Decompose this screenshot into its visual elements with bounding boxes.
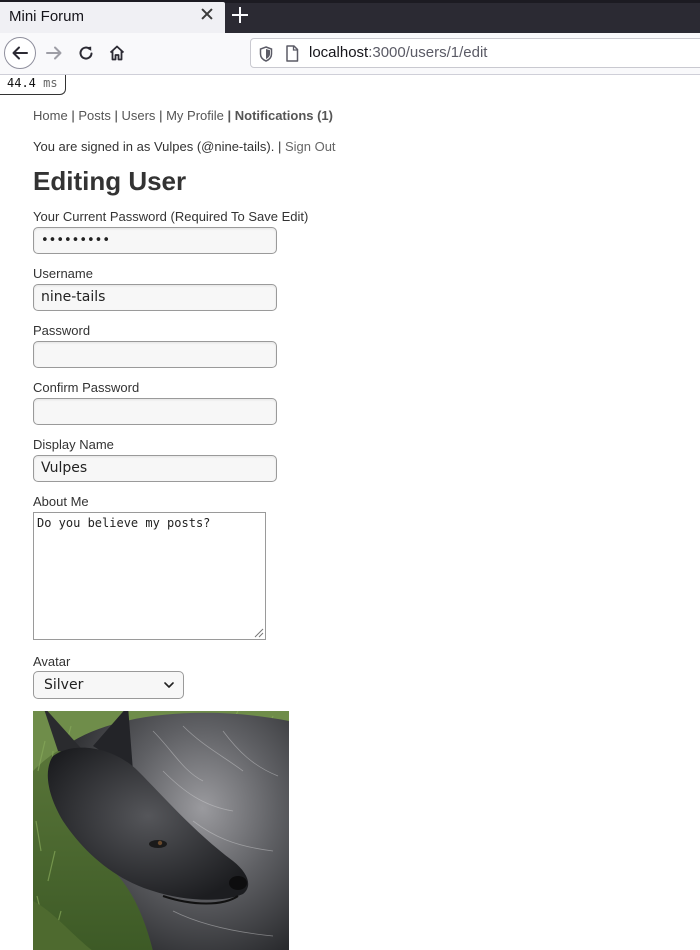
nav-link-posts[interactable]: Posts — [78, 108, 111, 123]
current-password-label: Your Current Password (Required To Save … — [33, 209, 309, 224]
username-input[interactable]: nine-tails — [33, 284, 277, 311]
nav-link-home[interactable]: Home — [33, 108, 68, 123]
reload-button[interactable] — [70, 37, 102, 69]
current-password-input[interactable]: ••••••••• — [33, 227, 277, 254]
nav-link-users[interactable]: Users — [121, 108, 155, 123]
nav-separator: | — [159, 108, 163, 123]
password-label: Password — [33, 323, 91, 338]
home-button[interactable] — [101, 37, 133, 69]
page-title: Editing User — [33, 166, 187, 196]
url-text: localhost:3000/users/1/edit — [309, 44, 487, 61]
nav-link-my-profile[interactable]: My Profile — [166, 108, 224, 123]
arrow-right-icon — [46, 46, 62, 60]
nav-separator: | — [71, 108, 75, 123]
back-button[interactable] — [4, 37, 36, 69]
site-nav: Home | Posts | Users | My Profile | Noti… — [33, 108, 333, 123]
avatar-select-value: Silver — [44, 677, 84, 693]
shield-icon[interactable] — [259, 46, 273, 62]
timing-badge: 44.4 ms — [0, 75, 66, 95]
browser-tab[interactable]: Mini Forum — [0, 2, 225, 33]
about-me-label: About Me — [33, 494, 89, 509]
close-icon[interactable] — [200, 7, 214, 21]
avatar-select[interactable]: Silver — [33, 671, 184, 699]
timing-value: 44.4 — [7, 76, 36, 90]
url-host: localhost — [309, 44, 369, 61]
nav-separator: | — [277, 139, 282, 154]
sign-out-link[interactable]: Sign Out — [285, 139, 336, 154]
home-icon — [109, 45, 125, 61]
display-name-input[interactable]: Vulpes — [33, 455, 277, 482]
resize-grip-icon[interactable] — [252, 626, 264, 638]
nav-separator: | — [227, 108, 232, 123]
confirm-password-input[interactable] — [33, 398, 277, 425]
username-label: Username — [33, 266, 93, 281]
reload-icon — [79, 46, 93, 60]
browser-nav-bar: localhost:3000/users/1/edit — [0, 33, 700, 75]
browser-tab-bar: Mini Forum — [0, 0, 700, 33]
page-icon — [286, 45, 299, 62]
forward-button[interactable] — [38, 37, 70, 69]
password-input[interactable] — [33, 341, 277, 368]
display-name-label: Display Name — [33, 437, 114, 452]
session-status: You are signed in as Vulpes (@nine-tails… — [33, 139, 336, 154]
avatar-image — [33, 711, 289, 950]
confirm-password-label: Confirm Password — [33, 380, 140, 395]
about-me-textarea[interactable]: Do you believe my posts? — [33, 512, 266, 640]
chevron-down-icon — [164, 682, 174, 688]
avatar-label: Avatar — [33, 654, 71, 669]
arrow-left-icon — [12, 46, 28, 60]
tab-title: Mini Forum — [9, 8, 85, 25]
timing-unit: ms — [43, 76, 58, 90]
signed-in-text: You are signed in as Vulpes (@nine-tails… — [33, 139, 275, 154]
url-bar[interactable]: localhost:3000/users/1/edit — [250, 38, 700, 68]
silver-fox-picture — [33, 711, 289, 950]
plus-icon[interactable] — [232, 7, 248, 23]
nav-link-notifications[interactable]: Notifications (1) — [235, 108, 333, 123]
nav-separator: | — [114, 108, 118, 123]
url-path: :3000/users/1/edit — [368, 44, 488, 61]
